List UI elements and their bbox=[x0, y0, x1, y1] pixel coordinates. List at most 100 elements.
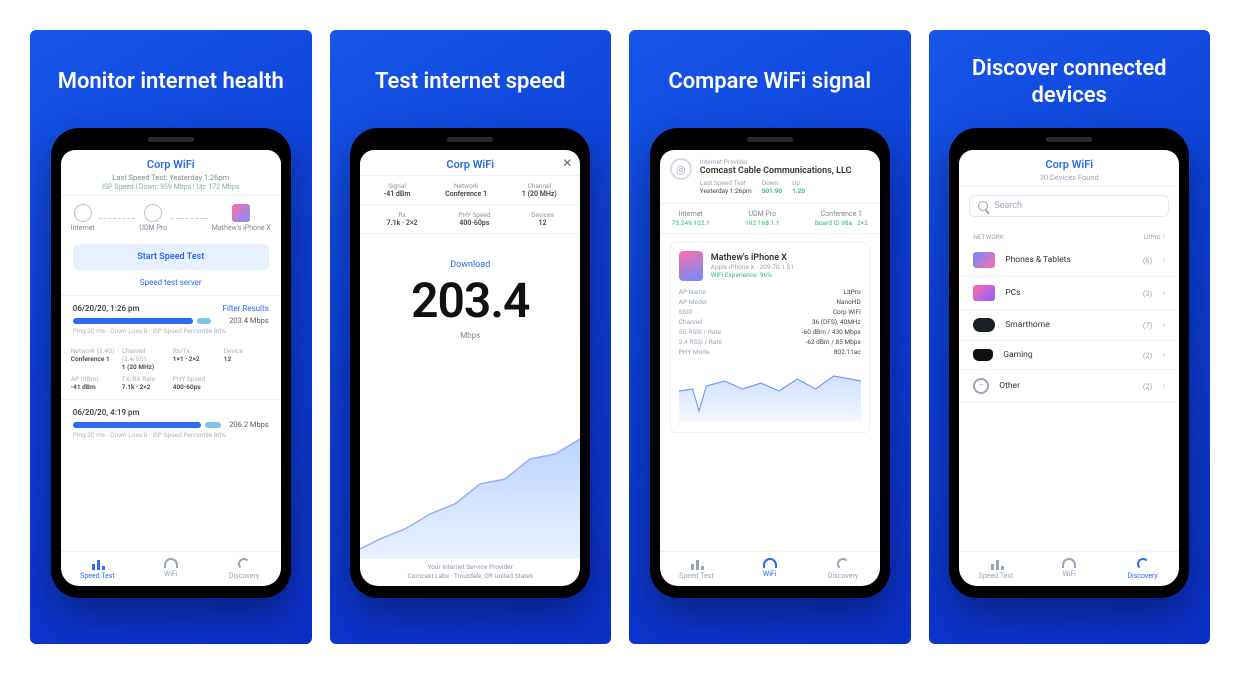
panel-title: Monitor internet health bbox=[58, 54, 284, 110]
category-count: (2) bbox=[1143, 382, 1152, 391]
category-name: PCs bbox=[1005, 288, 1129, 298]
tab-discovery[interactable]: Discovery bbox=[207, 552, 280, 586]
download-label: Download bbox=[360, 260, 580, 270]
tab-bar: Speed Test WiFi Discovery bbox=[61, 551, 281, 586]
speed-test-icon bbox=[90, 558, 104, 570]
chevron-right-icon: › bbox=[1162, 350, 1165, 361]
phone-mockup: Corp WiFi ✕ Signal-41 dBm NetworkConfere… bbox=[350, 128, 590, 598]
chevron-right-icon: › bbox=[1162, 288, 1165, 299]
tab-bar: Speed Test WiFi Discovery bbox=[660, 551, 880, 586]
tab-speed-test[interactable]: Speed Test bbox=[61, 552, 134, 586]
download-bar bbox=[73, 318, 193, 324]
device-category-row[interactable]: Gaming (2) › bbox=[959, 341, 1179, 370]
search-placeholder: Search bbox=[994, 201, 1022, 211]
isp-card: ◎ Internet Provider Comcast Cable Commun… bbox=[660, 150, 880, 204]
search-icon bbox=[978, 201, 988, 211]
app-store-screenshots: Monitor internet health Corp WiFi Last S… bbox=[20, 20, 1220, 654]
node-label: Mathew's iPhone X bbox=[212, 224, 271, 232]
speed-result[interactable]: 06/20/20, 1:26 pm Filter Results 203.4 M… bbox=[61, 298, 281, 341]
screen-header: Corp WiFi Last Speed Test: Yesterday 1:2… bbox=[61, 150, 281, 196]
chevron-right-icon: › bbox=[1162, 381, 1165, 392]
category-count: (7) bbox=[1143, 321, 1152, 330]
download-speed-value: 203.4 bbox=[360, 272, 580, 329]
speed-test-icon bbox=[689, 558, 703, 570]
category-name: Phones & Tablets bbox=[1005, 255, 1129, 265]
tab-wifi[interactable]: WiFi bbox=[134, 552, 207, 586]
result-value: 203.4 Mbps bbox=[229, 316, 269, 325]
section-header: NETWORK LitPro › bbox=[959, 225, 1179, 244]
tab-label: Discovery bbox=[229, 572, 259, 580]
wifi-icon bbox=[1062, 558, 1076, 568]
screen-speed-test: Corp WiFi ✕ Signal-41 dBm NetworkConfere… bbox=[360, 150, 580, 586]
filter-results-link[interactable]: Filter Results bbox=[222, 304, 268, 313]
tab-wifi[interactable]: WiFi bbox=[1033, 552, 1106, 586]
isp-logo-icon: ◎ bbox=[670, 158, 692, 180]
metrics-row: Signal-41 dBm NetworkConference 1 Channe… bbox=[360, 176, 580, 205]
isp-note-title: Your Internet Service Provider bbox=[360, 563, 580, 571]
tab-speed-test[interactable]: Speed Test bbox=[660, 552, 733, 586]
other-icon: – bbox=[973, 378, 989, 394]
discovery-icon bbox=[238, 558, 250, 570]
phone-speaker bbox=[1046, 137, 1092, 142]
tab-label: Speed Test bbox=[679, 572, 714, 580]
tab-speed-test[interactable]: Speed Test bbox=[959, 552, 1032, 586]
category-count: (2) bbox=[1143, 351, 1152, 360]
tab-label: Speed Test bbox=[80, 572, 115, 580]
speed-result[interactable]: 06/20/20, 4:19 pm 206.2 Mbps Ping 20 ms … bbox=[61, 402, 281, 445]
close-icon[interactable]: ✕ bbox=[562, 156, 572, 170]
tab-wifi[interactable]: WiFi bbox=[733, 552, 806, 586]
isp-stats: Last Speed Test Yesterday 1:26pm Down 50… bbox=[700, 179, 870, 195]
panel-monitor-health: Monitor internet health Corp WiFi Last S… bbox=[30, 30, 312, 644]
metrics-row: Rx7.1k · 2×2 PHY Speed400-60ps Devices12 bbox=[360, 205, 580, 234]
node-router: UDM Pro bbox=[139, 204, 167, 232]
phone-mockup: ◎ Internet Provider Comcast Cable Commun… bbox=[650, 128, 890, 598]
screen-discover: Corp WiFi 30 Devices Found Search NETWOR… bbox=[959, 150, 1179, 586]
divider bbox=[61, 399, 281, 400]
isp-name: Comcast Cable Communications, LLC bbox=[700, 166, 870, 176]
device-photo-icon bbox=[679, 251, 703, 281]
section-network-name: LitPro bbox=[1143, 233, 1160, 241]
device-category-row[interactable]: – Other (2) › bbox=[959, 370, 1179, 403]
tab-label: Speed Test bbox=[979, 572, 1014, 580]
phone-speaker bbox=[747, 137, 793, 142]
tab-label: WiFi bbox=[1063, 570, 1076, 578]
panel-title: Compare WiFi signal bbox=[668, 54, 871, 110]
choose-server-link[interactable]: Speed test server bbox=[61, 278, 281, 287]
discovery-icon bbox=[837, 558, 849, 570]
wifi-name: Corp WiFi bbox=[69, 158, 273, 171]
isp-note-value: Comcast Labs · Troutdale, OR United Stat… bbox=[360, 572, 580, 580]
device-category-row[interactable]: Phones & Tablets (6) › bbox=[959, 244, 1179, 277]
panel-title: Test internet speed bbox=[375, 54, 565, 110]
node-label: UDM Pro bbox=[139, 224, 167, 232]
wifi-experience: WiFi Experience: 96% bbox=[711, 271, 794, 279]
upload-bar bbox=[197, 318, 211, 324]
node-internet: Internet bbox=[71, 204, 95, 232]
tab-label: WiFi bbox=[164, 570, 177, 578]
device-name: Mathew's iPhone X bbox=[711, 253, 794, 263]
chevron-right-icon: › bbox=[1162, 320, 1165, 331]
result-timestamp: 06/20/20, 4:19 pm bbox=[73, 408, 140, 417]
isp-note: Your Internet Service Provider Comcast L… bbox=[360, 559, 580, 586]
device-kv-list: AP NameLitPro AP ModelNanoHD SSIDCorp Wi… bbox=[679, 287, 861, 357]
tab-discovery[interactable]: Discovery bbox=[1106, 552, 1179, 586]
search-input[interactable]: Search bbox=[969, 195, 1169, 217]
tab-label: Discovery bbox=[828, 572, 858, 580]
chevron-right-icon[interactable]: › bbox=[1162, 231, 1165, 242]
speed-test-icon bbox=[989, 558, 1003, 570]
panel-compare-wifi: Compare WiFi signal ◎ Internet Provider … bbox=[629, 30, 911, 644]
category-name: Smarthome bbox=[1005, 320, 1129, 330]
phone-speaker bbox=[447, 137, 493, 142]
smarthome-icon bbox=[973, 318, 995, 332]
device-card[interactable]: Mathew's iPhone X Apple iPhone X · 209.7… bbox=[670, 242, 870, 433]
device-category-row[interactable]: Smarthome (7) › bbox=[959, 310, 1179, 341]
panel-discover-devices: Discover connected devices Corp WiFi 30 … bbox=[929, 30, 1211, 644]
start-speed-test-button[interactable]: Start Speed Test bbox=[73, 244, 269, 270]
isp-tag: Internet Provider bbox=[700, 158, 870, 166]
wifi-name: Corp WiFi bbox=[368, 158, 572, 171]
node-label: Internet bbox=[71, 224, 95, 232]
device-category-row[interactable]: PCs (3) › bbox=[959, 277, 1179, 310]
pcs-icon bbox=[973, 285, 995, 301]
wifi-name: Corp WiFi bbox=[967, 158, 1171, 171]
screen-header: Corp WiFi 30 Devices Found bbox=[959, 150, 1179, 187]
tab-discovery[interactable]: Discovery bbox=[806, 552, 879, 586]
